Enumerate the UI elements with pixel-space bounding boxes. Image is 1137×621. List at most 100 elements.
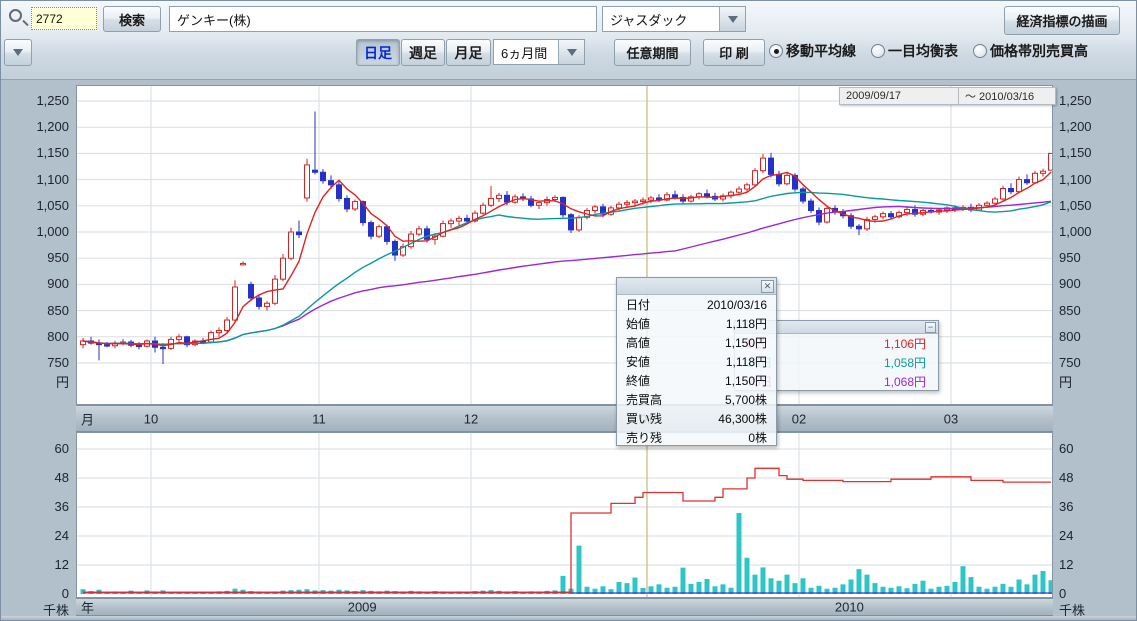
price-axis-label: 1,250 — [1059, 93, 1092, 108]
tooltip-row-value: 2010/03/16 — [678, 298, 767, 312]
minimize-icon[interactable]: − — [925, 322, 936, 333]
tooltip-row: 買い残46,300株 — [617, 409, 776, 428]
year-axis-caption: 年 — [81, 598, 94, 617]
tooltip-row-label: 日付 — [626, 296, 678, 313]
volume-axis-label: 60 — [3, 441, 69, 456]
price-axis-label: 1,250 — [3, 93, 69, 108]
radio-label: 一目均衡表 — [888, 41, 958, 61]
price-axis-label: 950 — [1059, 250, 1081, 265]
tooltip-row: 安値1,118円 — [617, 352, 776, 371]
company-name-field[interactable] — [169, 6, 597, 32]
radio-ichimoku[interactable]: 一目均衡表 — [871, 41, 958, 61]
tab-monthly[interactable]: 月足 — [446, 39, 491, 66]
tooltip-row-label: 買い残 — [626, 410, 678, 427]
stock-chart-app: 検索 ジャスダック 経済指標の描画 日足 週足 月足 6ヵ月間 任意期間 印 刷… — [0, 0, 1137, 621]
chevron-down-icon[interactable] — [719, 7, 745, 31]
date-from: 2009/09/17 — [839, 87, 959, 105]
radio-icon[interactable] — [769, 44, 783, 58]
tooltip-row-label: 安値 — [626, 353, 678, 370]
quote-tooltip-popup[interactable]: ✕ 日付2010/03/16始値1,118円高値1,150円安値1,118円終値… — [616, 277, 777, 446]
close-icon[interactable]: ✕ — [761, 280, 774, 293]
price-axis-label: 1,050 — [1059, 198, 1092, 213]
month-tick-label: 11 — [312, 411, 326, 426]
price-axis-label: 900 — [3, 276, 69, 291]
price-axis-label: 1,100 — [1059, 172, 1092, 187]
volume-axis-label: 48 — [1059, 470, 1073, 485]
radio-icon[interactable] — [973, 44, 987, 58]
tooltip-row-value: 1,150円 — [678, 334, 767, 351]
volume-axis-label: 0 — [3, 586, 69, 601]
date-to: ～ 2010/03/16 — [959, 87, 1056, 105]
radio-label: 価格帯別売買高 — [990, 41, 1088, 61]
radio-label: 移動平均線 — [786, 41, 856, 61]
volume-axis-label: 12 — [3, 557, 69, 572]
custom-period-button[interactable]: 任意期間 — [614, 39, 691, 66]
price-axis-label: 1,000 — [1059, 224, 1092, 239]
price-axis-label: 800 — [3, 329, 69, 344]
exchange-value: ジャスダック — [603, 10, 719, 29]
tooltip-row-label: 始値 — [626, 315, 678, 332]
price-axis-label: 1,000 — [3, 224, 69, 239]
date-range-display: 2009/09/17 ～ 2010/03/16 — [839, 87, 1056, 105]
tooltip-row-value: 1,150円 — [678, 372, 767, 389]
tooltip-row: 高値1,150円 — [617, 333, 776, 352]
price-axis-label: 900 — [1059, 276, 1081, 291]
search-button[interactable]: 検索 — [103, 6, 161, 32]
volume-axis-label: 48 — [3, 470, 69, 485]
tooltip-row-value: 1,118円 — [678, 315, 767, 332]
volume-axis-label: 36 — [3, 499, 69, 514]
price-unit-label: 円 — [1059, 372, 1072, 391]
radio-icon[interactable] — [871, 44, 885, 58]
price-axis-label: 850 — [1059, 303, 1081, 318]
chevron-down-icon[interactable] — [558, 40, 584, 64]
stock-code-input[interactable] — [31, 7, 97, 30]
overlay-radio-group: 移動平均線 一目均衡表 価格帯別売買高 — [769, 41, 1088, 61]
exchange-select[interactable]: ジャスダック — [602, 6, 746, 32]
year-tick-label: 2010 — [835, 600, 864, 615]
tooltip-row: 日付2010/03/16 — [617, 295, 776, 314]
tooltip-row-value: 5,700株 — [678, 391, 767, 408]
price-axis-label: 1,050 — [3, 198, 69, 213]
month-tick-label: 10 — [144, 411, 158, 426]
volume-axis-label: 36 — [1059, 499, 1073, 514]
radio-price-band-volume[interactable]: 価格帯別売買高 — [973, 41, 1088, 61]
tooltip-row: 売買高5,700株 — [617, 390, 776, 409]
tab-daily[interactable]: 日足 — [356, 39, 400, 66]
volume-chart[interactable] — [76, 432, 1053, 603]
tab-weekly[interactable]: 週足 — [401, 39, 445, 66]
search-icon — [9, 9, 22, 22]
tooltip-rows: 日付2010/03/16始値1,118円高値1,150円安値1,118円終値1,… — [617, 295, 776, 447]
period-select[interactable]: 6ヵ月間 — [493, 39, 585, 65]
legend-price-value: 1,058円 — [807, 354, 926, 371]
tooltip-row-value: 46,300株 — [678, 410, 767, 427]
price-axis-label: 1,150 — [1059, 145, 1092, 160]
tooltip-row-label: 終値 — [626, 372, 678, 389]
volume-axis-label: 24 — [1059, 528, 1073, 543]
price-unit-label: 円 — [3, 372, 69, 391]
price-axis-label: 1,100 — [3, 172, 69, 187]
month-axis-caption: 月 — [81, 409, 94, 428]
tooltip-row: 売り残0株 — [617, 428, 776, 447]
year-axis-bar: 年 2009 2010 — [76, 598, 1053, 616]
legend-price-value: 1,068円 — [807, 373, 926, 390]
month-tick-label: 12 — [464, 411, 478, 426]
tooltip-row-value: 1,118円 — [678, 353, 767, 370]
month-axis-bar: 月 101112010203 — [76, 405, 1053, 432]
bottom-frame — [1, 616, 1136, 621]
tooltip-row-value: 0株 — [678, 429, 767, 446]
tooltip-titlebar: ✕ — [617, 278, 776, 295]
month-tick-label: 02 — [792, 411, 806, 426]
price-axis-label: 800 — [1059, 329, 1081, 344]
print-button[interactable]: 印 刷 — [703, 39, 765, 66]
month-tick-label: 03 — [944, 411, 958, 426]
tooltip-row: 終値1,150円 — [617, 371, 776, 390]
year-tick-label: 2009 — [348, 600, 377, 615]
economic-indicator-button[interactable]: 経済指標の描画 — [1004, 6, 1120, 35]
dropdown-arrow-button[interactable] — [4, 39, 32, 66]
radio-moving-average[interactable]: 移動平均線 — [769, 41, 856, 61]
volume-axis-label: 60 — [1059, 441, 1073, 456]
price-axis-label: 1,200 — [3, 119, 69, 134]
price-axis-label: 950 — [3, 250, 69, 265]
price-axis-label: 750 — [1059, 355, 1081, 370]
period-value: 6ヵ月間 — [494, 43, 558, 62]
